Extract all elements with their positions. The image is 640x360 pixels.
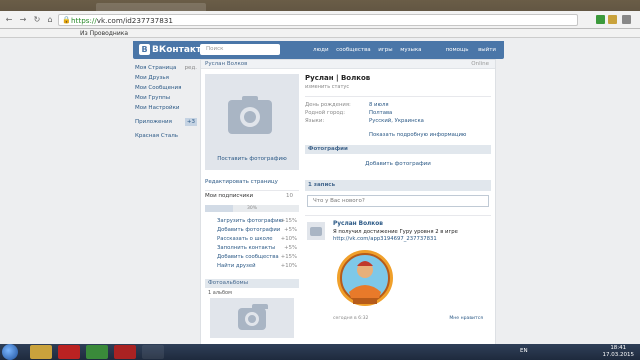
post-text: Я получил достижение Гуру уровня 2 в игр… [333,229,458,235]
status-edit-link[interactable]: изменить статус [305,83,491,92]
info-row-birthday: День рождения: 8 июля [305,102,389,108]
back-icon[interactable]: ← [4,15,14,25]
lock-icon: 🔒 [62,16,71,24]
album-thumbnail[interactable] [210,298,294,338]
achievement-badge-image[interactable] [335,248,395,312]
sidebar-item-friends[interactable]: Мои Друзья [135,73,199,83]
menu-icon[interactable] [622,15,631,24]
camera-icon [238,304,268,330]
task-item[interactable]: Заполнить контакты +5% [217,244,299,253]
post-link[interactable]: http://vk.com/app3194697_237737831 [333,236,437,242]
page: В ВКонтакте Поиск люди сообщества игры му… [0,38,640,344]
add-photos-link[interactable]: Добавить фотографии [305,154,491,174]
chrome-icon[interactable] [86,345,108,359]
profile-info: День рождения: 8 июля Родной город: Полтав… [305,96,491,125]
extension-icon[interactable] [608,15,617,24]
sidebar-item-groups[interactable]: Мои Группы [135,93,199,103]
sidebar-item-my-page[interactable]: Моя Страница ред. [135,63,199,73]
bookmarks-bar: Из Проводника [0,29,640,38]
extension-icon[interactable] [596,15,605,24]
avatar[interactable]: Поставить фотографию [205,74,299,170]
nav-communities[interactable]: сообщества [336,47,371,53]
sidebar-item-settings[interactable]: Мои Настройки [135,103,199,113]
media-player-icon[interactable] [58,345,80,359]
page-title-bar: Руслан Волков Online [201,60,495,69]
profile-completeness-bar: 30% [205,205,299,212]
upload-photo-link[interactable]: Поставить фотографию [205,156,299,162]
app-icon[interactable] [142,345,164,359]
language-indicator[interactable]: EN [520,348,528,354]
task-item[interactable]: Рассказать о школе +10% [217,235,299,244]
show-details-link[interactable]: Показать подробную информацию [369,131,491,140]
camera-icon [228,96,272,134]
wall-post: Руслан Волков Я получил достижение Гуру … [305,215,491,325]
explorer-icon[interactable] [30,345,52,359]
post-date[interactable]: сегодня в 6:32 [333,316,368,321]
task-item[interactable]: Добавить фотографии +5% [217,226,299,235]
start-button[interactable] [2,344,18,360]
nav-people[interactable]: люди [313,47,329,53]
profile-content: Руслан Волков Online Поставить фотографи… [200,59,496,344]
sidebar-item-apps[interactable]: Приложения +3 [135,117,199,127]
address-bar[interactable]: 🔒 https://vk.com/id237737831 [58,14,578,26]
albums-count: 1 альбом [208,290,232,296]
vk-logo[interactable]: В ВКонтакте [139,44,207,56]
clock[interactable]: 18:41 17.03.2015 [603,345,635,359]
task-item[interactable]: Найти друзей +10% [217,262,299,271]
reload-icon[interactable]: ↻ [32,15,42,25]
profile-left-column: Поставить фотографию Редактировать стран… [205,74,299,338]
page-title: Руслан Волков [205,61,248,67]
photos-header[interactable]: Фотографии [305,145,491,154]
windows-taskbar: EN 18:41 17.03.2015 [0,344,640,360]
home-icon[interactable]: ⌂ [45,15,55,25]
albums-header[interactable]: Фотоальбомы [205,279,299,288]
vk-header: В ВКонтакте Поиск люди сообщества игры му… [133,41,504,59]
info-row-languages: Языки: Русский, Украинска [305,118,424,124]
app-icon[interactable] [114,345,136,359]
profile-tasks: Загрузить фотографию +15% Добавить фотогр… [205,217,299,271]
forward-icon[interactable]: → [18,15,28,25]
edit-page-link[interactable]: Редактировать страницу [205,177,299,187]
url-text: https://vk.com/id237737831 [71,16,173,25]
post-avatar[interactable] [307,222,325,240]
edit-link[interactable]: ред. [185,63,197,73]
left-menu: Моя Страница ред. Мои Друзья Мои Сообщени… [135,63,199,141]
top-menu: люди сообщества игры музыка [313,47,428,53]
wall-header: 1 запись [305,180,491,191]
wall-post-input[interactable]: Что у Вас нового? [307,195,489,207]
sidebar-item-game[interactable]: Красная Сталь [135,131,199,141]
nav-music[interactable]: музыка [400,47,421,53]
search-input[interactable]: Поиск [200,44,280,55]
online-status: Online [471,61,489,67]
profile-right-column: Руслан | Волков изменить статус День рож… [305,74,491,325]
help-link[interactable]: помощь [446,47,469,53]
task-item[interactable]: Добавить сообщества +15% [217,253,299,262]
browser-toolbar: ← → ↻ ⌂ 🔒 https://vk.com/id237737831 [0,11,640,29]
post-author[interactable]: Руслан Волков [333,221,383,227]
task-item[interactable]: Загрузить фотографию +15% [217,217,299,226]
logout-link[interactable]: выйти [478,47,496,53]
like-button[interactable]: Мне нравится [449,316,483,321]
bookmark-item[interactable]: Из Проводника [80,30,128,37]
info-row-hometown: Родной город: Полтава [305,110,393,116]
browser-chrome: ← → ↻ ⌂ 🔒 https://vk.com/id237737831 Из … [0,0,640,38]
nav-games[interactable]: игры [378,47,392,53]
top-right-menu: помощь выйти [438,47,496,53]
profile-name: Руслан | Волков [305,74,371,82]
progress-fill [205,205,234,212]
apps-count-badge: +3 [184,118,197,126]
camera-icon [310,227,322,236]
subscribers-link[interactable]: Мои подписчики 10 [205,190,299,200]
sidebar-item-messages[interactable]: Мои Сообщения [135,83,199,93]
